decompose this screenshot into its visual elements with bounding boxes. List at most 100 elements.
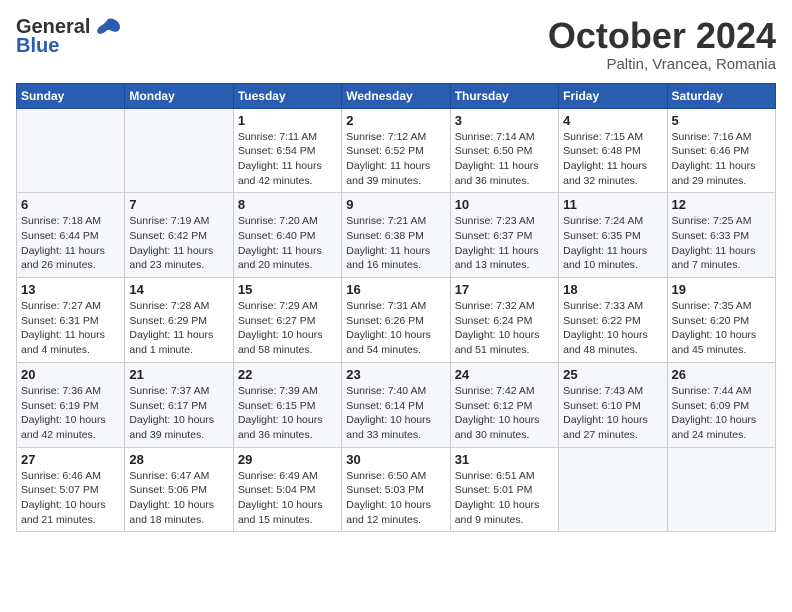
weekday-header: Wednesday (342, 83, 450, 108)
weekday-header: Monday (125, 83, 233, 108)
day-info: Sunrise: 7:33 AMSunset: 6:22 PMDaylight:… (563, 299, 662, 358)
day-info: Sunrise: 7:32 AMSunset: 6:24 PMDaylight:… (455, 299, 554, 358)
day-info: Sunrise: 7:37 AMSunset: 6:17 PMDaylight:… (129, 384, 228, 443)
day-info: Sunrise: 7:24 AMSunset: 6:35 PMDaylight:… (563, 214, 662, 273)
day-number: 28 (129, 452, 228, 467)
calendar-cell: 28 Sunrise: 6:47 AMSunset: 5:06 PMDayligh… (125, 447, 233, 532)
calendar-cell: 5Sunrise: 7:16 AMSunset: 6:46 PMDaylight… (667, 108, 775, 193)
calendar-cell: 14 Sunrise: 7:28 AMSunset: 6:29 PMDayligh… (125, 278, 233, 363)
calendar-cell: 4Sunrise: 7:15 AMSunset: 6:48 PMDaylight… (559, 108, 667, 193)
day-number: 24 (455, 367, 554, 382)
day-number: 26 (672, 367, 771, 382)
weekday-header: Saturday (667, 83, 775, 108)
day-info: Sunrise: 7:28 AMSunset: 6:29 PMDaylight:… (129, 299, 228, 358)
day-number: 16 (346, 282, 445, 297)
day-info: Sunrise: 7:40 AMSunset: 6:14 PMDaylight:… (346, 384, 445, 443)
day-number: 5 (672, 113, 771, 128)
day-number: 14 (129, 282, 228, 297)
calendar-cell: 7Sunrise: 7:19 AMSunset: 6:42 PMDaylight… (125, 193, 233, 278)
day-number: 19 (672, 282, 771, 297)
day-info: Sunrise: 6:51 AMSunset: 5:01 PMDaylight:… (455, 469, 554, 528)
calendar-cell: 9Sunrise: 7:21 AMSunset: 6:38 PMDaylight… (342, 193, 450, 278)
calendar-week-row: 20 Sunrise: 7:36 AMSunset: 6:19 PMDayligh… (17, 362, 776, 447)
weekday-header: Sunday (17, 83, 125, 108)
calendar-cell (17, 108, 125, 193)
calendar-cell (125, 108, 233, 193)
calendar-cell: 1 Sunrise: 7:11 AMSunset: 6:54 PMDaylight… (233, 108, 341, 193)
calendar-cell: 17 Sunrise: 7:32 AMSunset: 6:24 PMDayligh… (450, 278, 558, 363)
day-number: 11 (563, 197, 662, 212)
logo-bird-icon (94, 17, 122, 39)
calendar-cell: 30 Sunrise: 6:50 AMSunset: 5:03 PMDayligh… (342, 447, 450, 532)
calendar-cell: 23Sunrise: 7:40 AMSunset: 6:14 PMDayligh… (342, 362, 450, 447)
day-number: 13 (21, 282, 120, 297)
calendar-cell: 10 Sunrise: 7:23 AMSunset: 6:37 PMDayligh… (450, 193, 558, 278)
calendar-cell: 20 Sunrise: 7:36 AMSunset: 6:19 PMDayligh… (17, 362, 125, 447)
calendar-cell: 27 Sunrise: 6:46 AMSunset: 5:07 PMDayligh… (17, 447, 125, 532)
calendar-week-row: 13 Sunrise: 7:27 AMSunset: 6:31 PMDayligh… (17, 278, 776, 363)
weekday-header: Friday (559, 83, 667, 108)
logo-blue-text: Blue (16, 35, 59, 58)
day-number: 1 (238, 113, 337, 128)
day-info: Sunrise: 7:11 AMSunset: 6:54 PMDaylight:… (238, 130, 337, 189)
day-info: Sunrise: 7:23 AMSunset: 6:37 PMDaylight:… (455, 214, 554, 273)
calendar-cell: 18Sunrise: 7:33 AMSunset: 6:22 PMDayligh… (559, 278, 667, 363)
day-number: 8 (238, 197, 337, 212)
calendar-week-row: 27 Sunrise: 6:46 AMSunset: 5:07 PMDayligh… (17, 447, 776, 532)
day-number: 2 (346, 113, 445, 128)
calendar-week-row: 6Sunrise: 7:18 AMSunset: 6:44 PMDaylight… (17, 193, 776, 278)
weekday-header-row: SundayMondayTuesdayWednesdayThursdayFrid… (17, 83, 776, 108)
calendar-cell: 11 Sunrise: 7:24 AMSunset: 6:35 PMDayligh… (559, 193, 667, 278)
calendar-cell: 6Sunrise: 7:18 AMSunset: 6:44 PMDaylight… (17, 193, 125, 278)
day-number: 27 (21, 452, 120, 467)
day-number: 17 (455, 282, 554, 297)
day-info: Sunrise: 6:49 AMSunset: 5:04 PMDaylight:… (238, 469, 337, 528)
calendar-cell: 13 Sunrise: 7:27 AMSunset: 6:31 PMDayligh… (17, 278, 125, 363)
day-number: 12 (672, 197, 771, 212)
calendar-cell: 16 Sunrise: 7:31 AMSunset: 6:26 PMDayligh… (342, 278, 450, 363)
day-info: Sunrise: 7:20 AMSunset: 6:40 PMDaylight:… (238, 214, 337, 273)
calendar-cell: 8 Sunrise: 7:20 AMSunset: 6:40 PMDaylight… (233, 193, 341, 278)
calendar-cell: 21 Sunrise: 7:37 AMSunset: 6:17 PMDayligh… (125, 362, 233, 447)
day-info: Sunrise: 7:43 AMSunset: 6:10 PMDaylight:… (563, 384, 662, 443)
day-info: Sunrise: 7:27 AMSunset: 6:31 PMDaylight:… (21, 299, 120, 358)
day-number: 3 (455, 113, 554, 128)
calendar-cell: 3 Sunrise: 7:14 AMSunset: 6:50 PMDaylight… (450, 108, 558, 193)
day-number: 15 (238, 282, 337, 297)
day-info: Sunrise: 6:46 AMSunset: 5:07 PMDaylight:… (21, 469, 120, 528)
calendar-cell: 2 Sunrise: 7:12 AMSunset: 6:52 PMDaylight… (342, 108, 450, 193)
day-number: 21 (129, 367, 228, 382)
weekday-header: Tuesday (233, 83, 341, 108)
day-number: 6 (21, 197, 120, 212)
day-number: 31 (455, 452, 554, 467)
calendar-cell (667, 447, 775, 532)
location-title: Paltin, Vrancea, Romania (548, 56, 776, 73)
day-info: Sunrise: 7:19 AMSunset: 6:42 PMDaylight:… (129, 214, 228, 273)
day-number: 30 (346, 452, 445, 467)
day-info: Sunrise: 7:35 AMSunset: 6:20 PMDaylight:… (672, 299, 771, 358)
day-info: Sunrise: 7:25 AMSunset: 6:33 PMDaylight:… (672, 214, 771, 273)
day-info: Sunrise: 7:36 AMSunset: 6:19 PMDaylight:… (21, 384, 120, 443)
day-number: 9 (346, 197, 445, 212)
day-info: Sunrise: 7:12 AMSunset: 6:52 PMDaylight:… (346, 130, 445, 189)
logo: General Blue (16, 16, 122, 58)
page-header: General Blue October 2024 Paltin, Vrance… (16, 16, 776, 73)
calendar-week-row: 1 Sunrise: 7:11 AMSunset: 6:54 PMDaylight… (17, 108, 776, 193)
day-info: Sunrise: 6:50 AMSunset: 5:03 PMDaylight:… (346, 469, 445, 528)
calendar-cell: 29Sunrise: 6:49 AMSunset: 5:04 PMDayligh… (233, 447, 341, 532)
calendar-cell: 24 Sunrise: 7:42 AMSunset: 6:12 PMDayligh… (450, 362, 558, 447)
day-info: Sunrise: 7:14 AMSunset: 6:50 PMDaylight:… (455, 130, 554, 189)
day-number: 25 (563, 367, 662, 382)
day-info: Sunrise: 7:44 AMSunset: 6:09 PMDaylight:… (672, 384, 771, 443)
calendar-cell (559, 447, 667, 532)
day-info: Sunrise: 7:15 AMSunset: 6:48 PMDaylight:… (563, 130, 662, 189)
day-number: 20 (21, 367, 120, 382)
month-title: October 2024 (548, 16, 776, 56)
day-info: Sunrise: 6:47 AMSunset: 5:06 PMDaylight:… (129, 469, 228, 528)
calendar-cell: 22Sunrise: 7:39 AMSunset: 6:15 PMDayligh… (233, 362, 341, 447)
day-info: Sunrise: 7:42 AMSunset: 6:12 PMDaylight:… (455, 384, 554, 443)
calendar-cell: 19 Sunrise: 7:35 AMSunset: 6:20 PMDayligh… (667, 278, 775, 363)
day-info: Sunrise: 7:31 AMSunset: 6:26 PMDaylight:… (346, 299, 445, 358)
day-number: 10 (455, 197, 554, 212)
weekday-header: Thursday (450, 83, 558, 108)
